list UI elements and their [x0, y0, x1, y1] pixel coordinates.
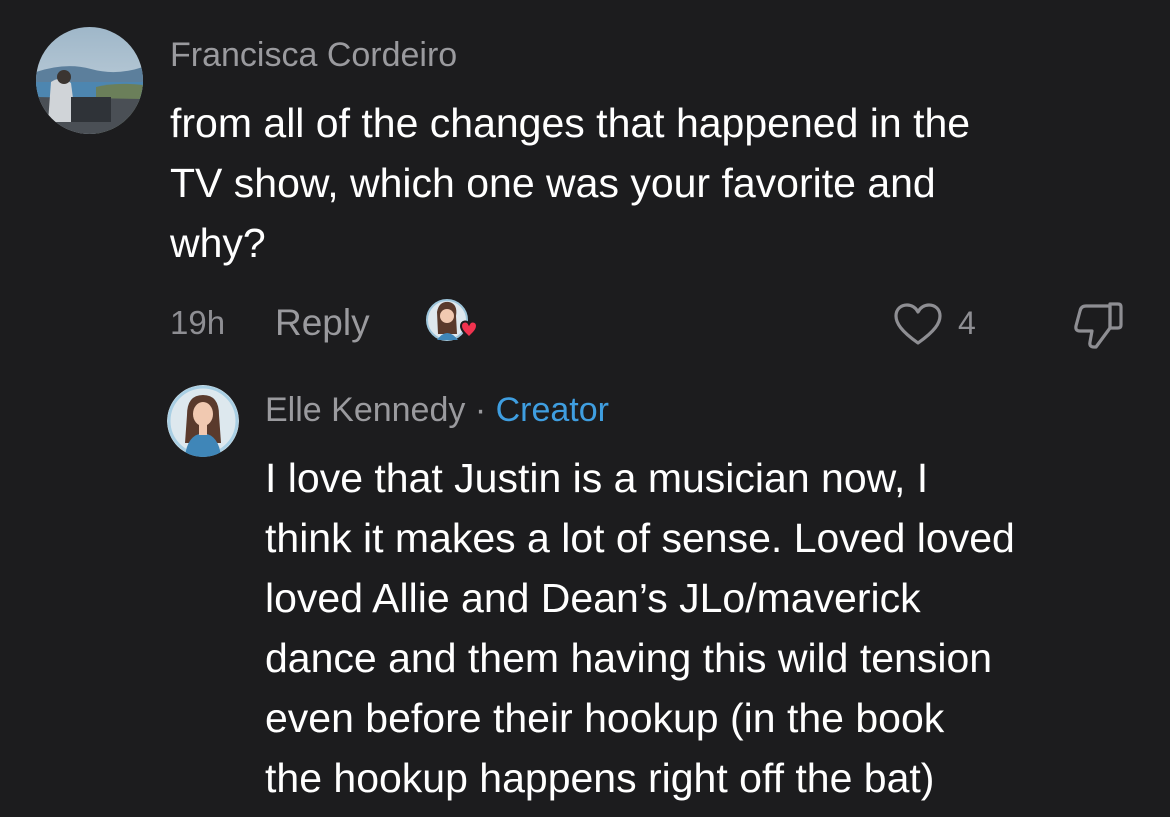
comment-thread: Francisca Cordeiro from all of the chang…: [0, 0, 1170, 817]
separator-dot: ·: [474, 391, 487, 429]
comment-timestamp: 19h: [170, 304, 226, 341]
commenter-avatar[interactable]: [36, 27, 143, 134]
comment-text-line: why?: [170, 220, 266, 266]
reply-text-line: even before their hookup (in the book: [265, 695, 945, 741]
creator-liked-heart-icon: [425, 296, 483, 348]
comment-text: from all of the changes that happened in…: [170, 93, 1130, 273]
reply-text-line: I love that Justin is a musician now, I: [265, 455, 929, 501]
reply-author-line: Elle Kennedy · Creator: [265, 391, 609, 430]
thumbs-down-icon[interactable]: [1070, 300, 1125, 350]
comment-text-line: TV show, which one was your favorite and: [170, 160, 936, 206]
like-count: 4: [958, 305, 976, 341]
reply-text-line: loved Allie and Dean’s JLo/maverick: [265, 575, 921, 621]
reply-text-line: think it makes a lot of sense. Loved lov…: [265, 515, 1015, 561]
reply-button[interactable]: Reply: [275, 302, 370, 344]
creator-badge: Creator: [495, 391, 609, 429]
reply-text-line: the hookup happens right off the bat): [265, 755, 935, 801]
comment-text-line: from all of the changes that happened in…: [170, 100, 971, 146]
reply-text-line: dance and them having this wild tension: [265, 635, 993, 681]
commenter-username[interactable]: Francisca Cordeiro: [170, 36, 457, 75]
creator-username[interactable]: Elle Kennedy: [265, 391, 465, 429]
comment-actions: 19h Reply 4: [0, 290, 1170, 360]
heart-outline-icon[interactable]: [893, 303, 943, 347]
creator-avatar[interactable]: [167, 385, 239, 457]
reply-text: I love that Justin is a musician now, I …: [265, 448, 1165, 808]
